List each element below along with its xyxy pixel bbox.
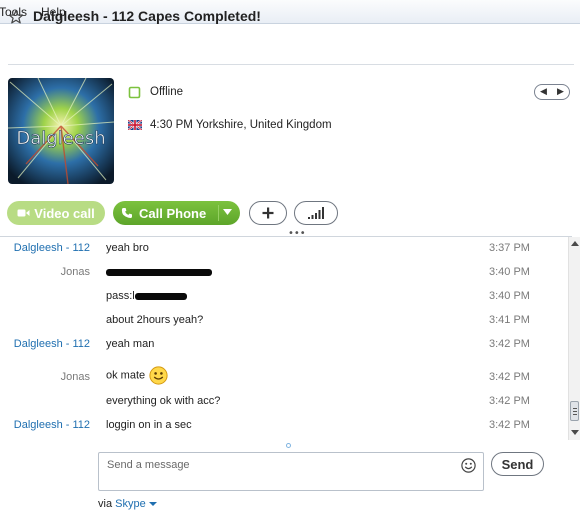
- call-phone-label: Call Phone: [139, 205, 207, 221]
- message-time: 3:42 PM: [489, 371, 530, 383]
- message-text-visible: pass:l: [106, 290, 135, 302]
- message-text: pass:l: [106, 290, 187, 302]
- message-time: 3:42 PM: [489, 395, 530, 407]
- resize-dot: [286, 443, 291, 448]
- message-time: 3:37 PM: [489, 242, 530, 254]
- chat-message: pass:l 3:40 PM: [0, 290, 568, 308]
- emoticon-picker-icon[interactable]: [461, 458, 476, 473]
- caret-down-icon[interactable]: [148, 502, 157, 507]
- video-call-button[interactable]: Video call: [7, 201, 105, 225]
- message-text: everything ok with acc?: [106, 395, 221, 407]
- message-time: 3:42 PM: [489, 419, 530, 431]
- network-selector[interactable]: Skype: [115, 498, 146, 510]
- add-participant-button[interactable]: [249, 201, 287, 225]
- smiley-emoticon-icon: [149, 366, 168, 385]
- message-time: 3:41 PM: [489, 314, 530, 326]
- via-label: via: [98, 498, 113, 510]
- message-text: loggin on in a sec: [106, 419, 192, 431]
- title-divider: [8, 64, 574, 65]
- chat-message: everything ok with acc? 3:42 PM: [0, 395, 568, 413]
- page-title: Dalgleesh - 112 Capes Completed!: [33, 8, 261, 24]
- message-time: 3:40 PM: [489, 290, 530, 302]
- message-text: yeah bro: [106, 242, 149, 254]
- call-quality-button[interactable]: [294, 201, 338, 225]
- chat-message: Jonas 3:40 PM: [0, 266, 568, 284]
- avatar-text: Dalgleesh: [16, 128, 105, 149]
- chevron-right-icon[interactable]: ▶: [557, 87, 564, 97]
- uk-flag-icon: [128, 120, 142, 130]
- call-divider: [218, 205, 219, 221]
- message-sender: Jonas: [60, 266, 90, 278]
- message-sender[interactable]: Dalgleesh - 112: [0, 242, 90, 254]
- redaction-mark: [106, 268, 212, 276]
- chat-message: Dalgleesh - 112 loggin on in a sec 3:42 …: [0, 419, 568, 437]
- location-text: 4:30 PM Yorkshire, United Kingdom: [150, 119, 332, 131]
- phone-icon: [121, 208, 132, 218]
- message-sender[interactable]: Dalgleesh - 112: [0, 338, 90, 350]
- chat-message: Dalgleesh - 112 yeah bro 3:37 PM: [0, 242, 568, 260]
- signal-strength-icon: [308, 207, 324, 219]
- via-network-row: via Skype: [98, 498, 157, 510]
- status-text: Offline: [150, 86, 184, 98]
- message-text-visible: ok mate: [106, 369, 146, 382]
- call-phone-button[interactable]: Call Phone: [113, 201, 240, 225]
- send-button[interactable]: Send: [491, 452, 544, 476]
- video-call-label: Video call: [34, 205, 95, 221]
- message-text: yeah man: [106, 338, 155, 350]
- chevron-left-icon[interactable]: ◀: [540, 87, 547, 97]
- scroll-up-arrow-icon[interactable]: [571, 241, 579, 246]
- location-row: 4:30 PM Yorkshire, United Kingdom: [128, 117, 332, 133]
- message-time: 3:42 PM: [489, 338, 530, 350]
- chat-log: Dalgleesh - 112 yeah bro 3:37 PM Jonas 3…: [0, 237, 568, 440]
- message-composer[interactable]: Send a message: [98, 452, 484, 491]
- redaction-mark: [134, 292, 187, 300]
- scroll-grip: [573, 411, 577, 412]
- message-input-placeholder[interactable]: Send a message: [107, 459, 190, 471]
- video-camera-icon: [17, 209, 30, 217]
- message-sender[interactable]: Dalgleesh - 112: [0, 419, 90, 431]
- avatar[interactable]: Dalgleesh: [8, 78, 114, 184]
- chat-message: Dalgleesh - 112 yeah man 3:42 PM: [0, 338, 568, 356]
- star-icon[interactable]: [8, 9, 24, 25]
- message-sender: Jonas: [60, 371, 90, 383]
- plus-icon: [262, 207, 274, 219]
- chat-message: about 2hours yeah? 3:41 PM: [0, 314, 568, 332]
- chat-message: Jonas ok mate 3:42 PM: [0, 366, 568, 389]
- message-text: [106, 266, 212, 278]
- scroll-down-arrow-icon[interactable]: [571, 430, 579, 435]
- scroll-grip: [573, 408, 577, 409]
- message-text: ok mate: [106, 366, 168, 385]
- profile-nav-arrows: ◀ ▶: [534, 84, 570, 100]
- message-text: about 2hours yeah?: [106, 314, 204, 326]
- scroll-grip: [573, 414, 577, 415]
- chat-scrollbar[interactable]: [568, 237, 580, 440]
- message-time: 3:40 PM: [489, 266, 530, 278]
- status-row: Offline: [128, 84, 183, 100]
- chevron-down-icon[interactable]: [223, 209, 232, 215]
- offline-status-icon: [128, 86, 141, 98]
- scroll-thumb[interactable]: [570, 401, 579, 421]
